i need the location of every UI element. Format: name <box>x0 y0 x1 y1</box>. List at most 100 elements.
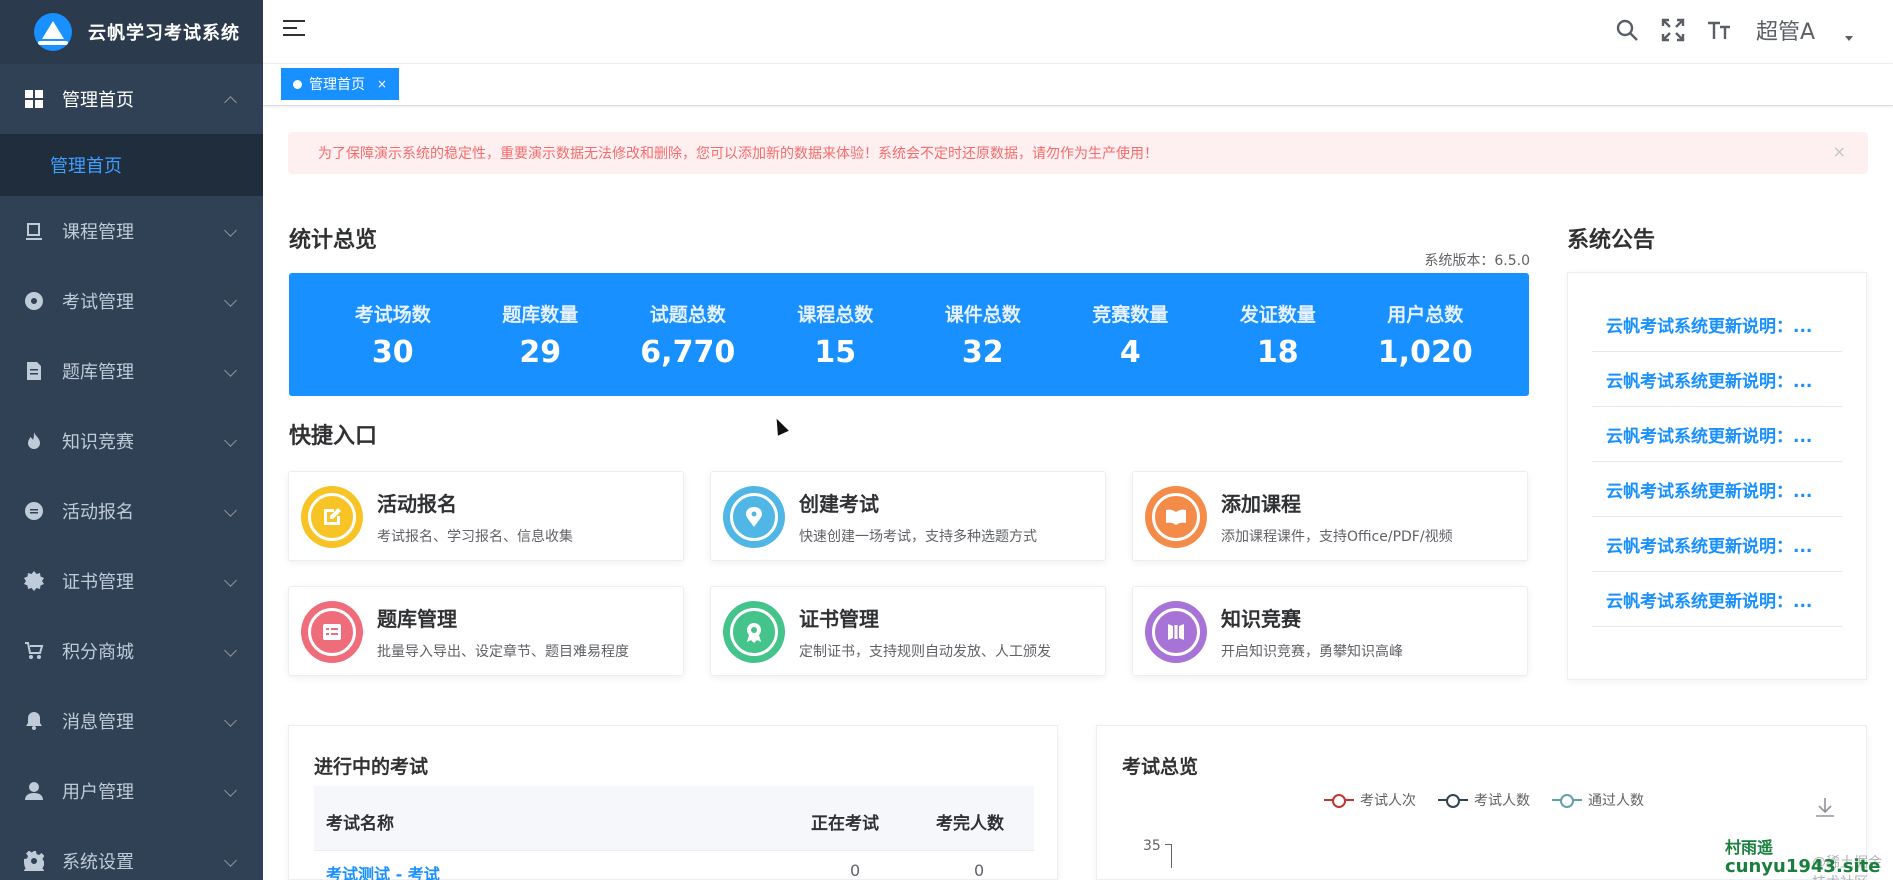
alert-text: 为了保障演示系统的稳定性，重要演示数据无法修改和删除，您可以添加新的数据来体验！… <box>318 146 1158 162</box>
quick-title: 快捷入口 <box>289 424 378 449</box>
legend-label: 考试人数 <box>1474 793 1530 809</box>
trophy-icon <box>1145 601 1207 663</box>
stat-user-count[interactable]: 用户总数 1,020 <box>1360 300 1490 370</box>
sidebar-item-label: 考试管理 <box>62 292 134 313</box>
notice-item[interactable]: 云帆考试系统更新说明：... <box>1592 462 1842 517</box>
quick-title-text: 添加课程 <box>1221 492 1301 516</box>
stat-label: 试题总数 <box>649 303 726 326</box>
fullscreen-icon[interactable] <box>1660 17 1686 43</box>
dashboard-icon <box>24 89 44 109</box>
chevron-down-icon <box>224 224 237 237</box>
table-header: 考试名称 正在考试 考完人数 <box>314 786 1034 851</box>
card-title: 进行中的考试 <box>314 756 429 778</box>
tags-view: 管理首页 × <box>263 64 1893 106</box>
legend-label: 通过人数 <box>1588 793 1644 809</box>
sidebar-item-course[interactable]: 课程管理 <box>0 196 263 266</box>
stat-value: 15 <box>814 334 857 370</box>
quick-add-course[interactable]: 添加课程 添加课程课件，支持Office/PDF/视频 <box>1132 471 1528 561</box>
sidebar-item-label: 积分商城 <box>62 642 134 663</box>
stat-value: 6,770 <box>640 334 736 370</box>
stat-value: 4 <box>1119 334 1141 370</box>
stat-exam-count[interactable]: 考试场数 30 <box>328 300 458 370</box>
sidebar-item-label: 课程管理 <box>62 222 134 243</box>
close-icon[interactable]: × <box>377 77 387 91</box>
caret-down-icon[interactable] <box>1845 35 1853 41</box>
sidebar-subitem-dashboard[interactable]: 管理首页 <box>0 134 263 196</box>
sidebar-item-contest[interactable]: 知识竞赛 <box>0 406 263 476</box>
sidebar-item-label: 题库管理 <box>62 362 134 383</box>
notice-item[interactable]: 云帆考试系统更新说明：... <box>1592 407 1842 462</box>
notice-item[interactable]: 云帆考试系统更新说明：... <box>1592 572 1842 627</box>
stats-panel: 考试场数 30 题库数量 29 试题总数 6,770 课程总数 15 课件总数 32 竞赛… <box>289 273 1529 396</box>
stat-contest-count[interactable]: 竞赛数量 4 <box>1065 300 1195 370</box>
activity-icon <box>24 501 44 521</box>
legend-exam-users[interactable]: 考试人数 <box>1438 790 1530 810</box>
stat-question-count[interactable]: 试题总数 6,770 <box>623 300 753 370</box>
chevron-down-icon <box>224 364 237 377</box>
exam-name-link[interactable]: 考试测试 - 考试 <box>326 861 440 880</box>
quick-activity[interactable]: 活动报名 考试报名、学习报名、信息收集 <box>288 471 684 561</box>
sidebar-item-activity[interactable]: 活动报名 <box>0 476 263 546</box>
y-axis <box>1171 844 1172 868</box>
chevron-down-icon <box>224 574 237 587</box>
legend-label: 考试人次 <box>1360 793 1416 809</box>
quick-title-text: 知识竞赛 <box>1221 607 1301 631</box>
stat-courseware-count[interactable]: 课件总数 32 <box>918 300 1048 370</box>
download-icon[interactable] <box>1814 796 1836 818</box>
chevron-down-icon <box>224 644 237 657</box>
dot-icon <box>293 79 302 89</box>
legend-marker <box>1552 793 1582 808</box>
quick-desc: 考试报名、学习报名、信息收集 <box>377 529 573 545</box>
sidebar-item-mall[interactable]: 积分商城 <box>0 616 263 686</box>
course-icon <box>24 221 44 241</box>
fire-icon <box>24 431 44 451</box>
stat-value: 30 <box>371 334 414 370</box>
stat-course-count[interactable]: 课程总数 15 <box>770 300 900 370</box>
menu-toggle-icon[interactable] <box>283 20 305 40</box>
watermark-name: 村雨遥 <box>1725 838 1774 857</box>
watermark-site: cunyu1943.site <box>1725 856 1881 877</box>
close-icon[interactable]: × <box>1833 142 1846 161</box>
stat-label: 考试场数 <box>354 303 431 326</box>
chevron-down-icon <box>224 294 237 307</box>
font-size-icon[interactable] <box>1706 17 1732 43</box>
stat-bank-count[interactable]: 题库数量 29 <box>475 300 605 370</box>
quick-desc: 快速创建一场考试，支持多种选题方式 <box>799 529 1037 545</box>
stat-value: 29 <box>519 334 562 370</box>
quick-create-exam[interactable]: 创建考试 快速创建一场考试，支持多种选题方式 <box>710 471 1106 561</box>
notice-item[interactable]: 云帆考试系统更新说明：... <box>1592 352 1842 407</box>
logo[interactable]: 云帆学习考试系统 <box>0 0 263 64</box>
notice-panel: 云帆考试系统更新说明：... 云帆考试系统更新说明：... 云帆考试系统更新说明… <box>1567 272 1867 680</box>
legend-exam-times[interactable]: 考试人次 <box>1324 790 1416 810</box>
edit-icon <box>301 486 363 548</box>
stat-label: 发证数量 <box>1239 303 1316 326</box>
y-tick-label: 35 <box>1143 838 1161 854</box>
sidebar-item-certificate[interactable]: 证书管理 <box>0 546 263 616</box>
sidebar-item-settings[interactable]: 系统设置 <box>0 826 263 880</box>
sidebar-item-message[interactable]: 消息管理 <box>0 686 263 756</box>
legend-marker <box>1438 793 1468 808</box>
legend-pass-users[interactable]: 通过人数 <box>1552 790 1644 810</box>
ongoing-exams-card: 进行中的考试 考试名称 正在考试 考完人数 考试测试 - 考试 0 0 <box>288 725 1058 880</box>
finished-count: 0 <box>974 861 985 880</box>
sail-logo-icon <box>34 13 72 51</box>
card-title: 考试总览 <box>1122 756 1199 778</box>
chevron-down-icon <box>224 434 237 447</box>
column-finished: 考完人数 <box>936 814 1004 834</box>
chart-legend: 考试人次 考试人数 通过人数 <box>1324 790 1644 810</box>
sidebar-item-dashboard[interactable]: 管理首页 <box>0 64 263 134</box>
user-name[interactable]: 超管A <box>1756 14 1815 46</box>
pen-nib-icon <box>723 486 785 548</box>
notice-item[interactable]: 云帆考试系统更新说明：... <box>1592 517 1842 572</box>
quick-contest[interactable]: 知识竞赛 开启知识竞赛，勇攀知识高峰 <box>1132 586 1528 676</box>
search-icon[interactable] <box>1614 17 1640 43</box>
notice-item[interactable]: 云帆考试系统更新说明：... <box>1592 297 1842 352</box>
quick-certificate[interactable]: 证书管理 定制证书，支持规则自动发放、人工颁发 <box>710 586 1106 676</box>
sidebar-item-question-bank[interactable]: 题库管理 <box>0 336 263 406</box>
sidebar-item-exam[interactable]: 考试管理 <box>0 266 263 336</box>
quick-question-bank[interactable]: 题库管理 批量导入导出、设定章节、题目难易程度 <box>288 586 684 676</box>
tag-dashboard[interactable]: 管理首页 × <box>281 68 400 100</box>
sidebar-item-user[interactable]: 用户管理 <box>0 756 263 826</box>
stat-certificate-count[interactable]: 发证数量 18 <box>1213 300 1343 370</box>
sidebar-item-label: 活动报名 <box>62 502 134 523</box>
